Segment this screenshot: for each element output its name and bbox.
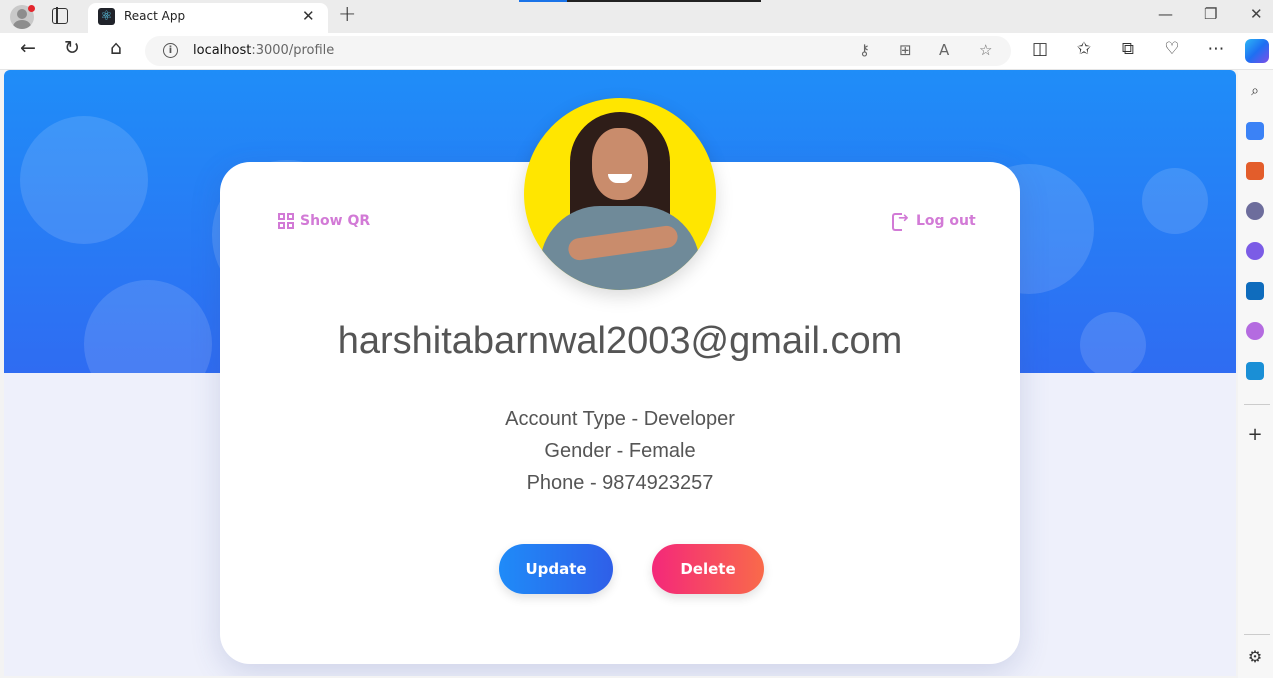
tab-close-icon[interactable]: ✕ bbox=[302, 7, 315, 25]
edge-sidebar: ⌕ + ⚙ bbox=[1238, 70, 1273, 678]
qr-code-icon bbox=[278, 213, 294, 229]
tab-title: React App bbox=[124, 9, 186, 23]
shopping-tag-icon[interactable] bbox=[1246, 122, 1264, 140]
toolbox-icon[interactable] bbox=[1246, 162, 1264, 180]
browser-essentials-icon[interactable]: ♡ bbox=[1161, 39, 1183, 59]
close-window-button[interactable]: ✕ bbox=[1250, 5, 1263, 23]
outlook-icon[interactable] bbox=[1246, 282, 1264, 300]
back-icon[interactable]: ← bbox=[16, 37, 40, 59]
new-tab-button[interactable]: + bbox=[338, 2, 356, 27]
show-qr-link[interactable]: Show QR bbox=[278, 213, 370, 229]
logout-icon bbox=[892, 211, 910, 231]
delete-button[interactable]: Delete bbox=[652, 544, 764, 594]
microsoft365-icon[interactable] bbox=[1246, 242, 1264, 260]
tab-actions-icon[interactable] bbox=[52, 7, 68, 24]
show-qr-label: Show QR bbox=[300, 213, 371, 229]
key-icon[interactable]: ⚷ bbox=[859, 41, 870, 59]
title-bar: ⚛ React App ✕ + — ❐ ✕ bbox=[0, 0, 1273, 33]
logout-label: Log out bbox=[916, 213, 976, 229]
notification-dot-icon bbox=[28, 5, 35, 12]
home-icon[interactable]: ⌂ bbox=[104, 37, 128, 59]
site-info-icon[interactable]: i bbox=[163, 43, 178, 58]
favorites-icon[interactable]: ✩ bbox=[1073, 39, 1095, 59]
minimize-button[interactable]: — bbox=[1158, 5, 1173, 23]
account-type: Account Type - Developer bbox=[505, 408, 735, 430]
settings-gear-icon[interactable]: ⚙ bbox=[1246, 648, 1264, 666]
split-screen-icon[interactable]: ◫ bbox=[1029, 39, 1051, 59]
profile-email: harshitabarnwal2003@gmail.com bbox=[337, 320, 903, 362]
gender: Gender - Female bbox=[544, 440, 696, 462]
restore-button[interactable]: ❐ bbox=[1204, 5, 1217, 23]
refresh-icon[interactable]: ↻ bbox=[60, 37, 84, 59]
address-url[interactable]: localhost:3000/profile bbox=[193, 43, 334, 58]
read-aloud-icon[interactable]: A bbox=[939, 41, 949, 59]
app-available-icon[interactable]: ⊞ bbox=[899, 41, 912, 59]
react-favicon-icon: ⚛ bbox=[98, 8, 115, 25]
more-options-icon[interactable]: ⋯ bbox=[1205, 39, 1227, 59]
decor-bubble bbox=[84, 280, 212, 373]
send-icon[interactable] bbox=[1246, 362, 1264, 380]
copilot-icon[interactable] bbox=[1245, 39, 1269, 63]
decor-bubble bbox=[20, 116, 148, 244]
collections-icon[interactable]: ⧉ bbox=[1117, 39, 1139, 59]
games-icon[interactable] bbox=[1246, 202, 1264, 220]
tab-react-app[interactable]: ⚛ React App ✕ bbox=[88, 3, 328, 33]
favorite-star-icon[interactable]: ☆ bbox=[979, 41, 992, 59]
browser-toolbar: ← ↻ ⌂ i localhost:3000/profile ⚷ ⊞ A ☆ ◫… bbox=[0, 33, 1273, 70]
profile-photo bbox=[524, 98, 716, 290]
logout-link[interactable]: Log out bbox=[892, 211, 976, 231]
search-icon[interactable]: ⌕ bbox=[1246, 82, 1264, 100]
address-bar[interactable]: i localhost:3000/profile ⚷ ⊞ A ☆ bbox=[145, 36, 1011, 66]
phone: Phone - 9874923257 bbox=[526, 472, 714, 494]
sidebar-divider bbox=[1244, 634, 1270, 635]
decor-bubble bbox=[1142, 168, 1208, 234]
decor-bubble bbox=[1080, 312, 1146, 373]
update-button[interactable]: Update bbox=[499, 544, 613, 594]
add-icon[interactable]: + bbox=[1246, 426, 1264, 444]
loading-bar bbox=[519, 0, 761, 2]
designer-icon[interactable] bbox=[1246, 322, 1264, 340]
sidebar-divider bbox=[1244, 404, 1270, 405]
page-viewport: Show QR Log out harshitabarnwal2003@gmai… bbox=[4, 70, 1236, 676]
